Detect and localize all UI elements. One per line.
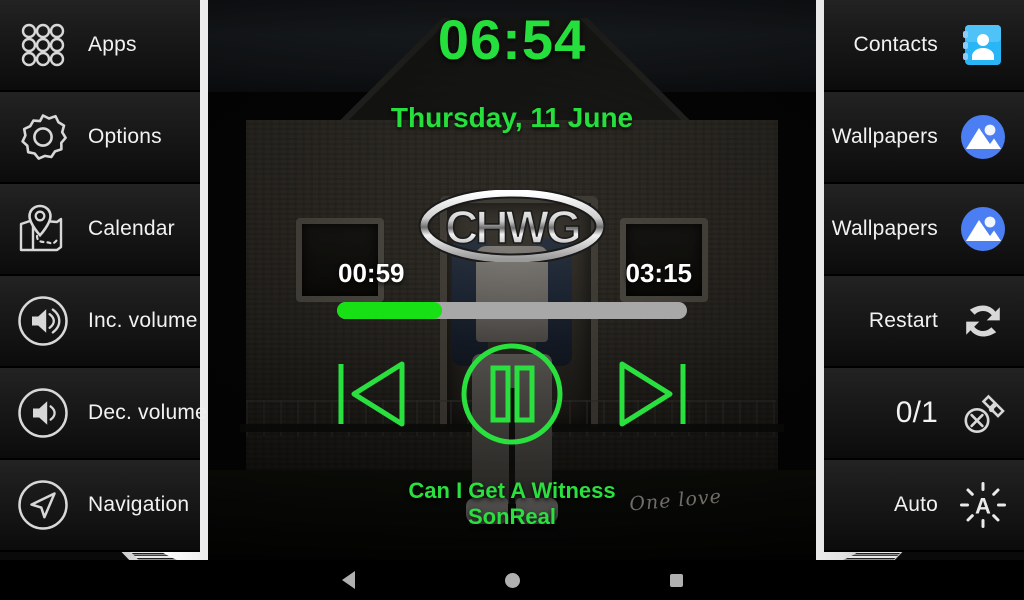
previous-track-button[interactable]: [332, 355, 408, 433]
sidebar-item-restart[interactable]: Restart: [824, 276, 1024, 368]
clock-time: 06:54: [437, 8, 587, 71]
sidebar-item-wallpapers-1[interactable]: Wallpapers: [824, 92, 1024, 184]
apps-grid-icon: [12, 14, 74, 76]
seek-bar[interactable]: [337, 302, 687, 319]
wallpaper-icon: [952, 106, 1014, 168]
android-navigation-bar: [0, 560, 1024, 600]
recents-square-icon: [669, 573, 683, 587]
contacts-icon: [952, 14, 1014, 76]
sidebar-item-label: Auto: [894, 493, 938, 516]
car-launcher-screen: One love Apps Options Calendar Inc. volu…: [0, 0, 1024, 600]
auto-brightness-icon: A: [952, 474, 1014, 536]
sidebar-item-label: Inc. volume: [88, 309, 198, 332]
back-triangle-icon: [341, 571, 355, 589]
sidebar-item-calendar[interactable]: Calendar: [0, 184, 200, 276]
sidebar-item-increase-volume[interactable]: Inc. volume: [0, 276, 200, 368]
sidebar-item-label: Wallpapers: [831, 217, 938, 240]
wallpaper-stage: One love Apps Options Calendar Inc. volu…: [0, 0, 1024, 560]
track-title: Can I Get A Witness: [408, 478, 616, 503]
sidebar-item-wallpapers-2[interactable]: Wallpapers: [824, 184, 1024, 276]
sidebar-item-navigation[interactable]: Navigation: [0, 460, 200, 552]
volume-down-icon: [12, 382, 74, 444]
next-track-button[interactable]: [616, 355, 692, 433]
album-art-text: CHWG: [445, 201, 579, 253]
right-sidebar: Contacts Wallpapers Wallpapers Restart 0…: [824, 0, 1024, 560]
sidebar-item-label: Wallpapers: [831, 125, 938, 148]
seek-bar-fill: [337, 302, 442, 319]
sidebar-item-contacts[interactable]: Contacts: [824, 0, 1024, 92]
sidebar-item-label: Dec. volume: [88, 401, 207, 424]
sidebar-item-decrease-volume[interactable]: Dec. volume: [0, 368, 207, 460]
volume-up-icon: [12, 290, 74, 352]
album-art: CHWG: [417, 187, 607, 265]
sidebar-item-label: Apps: [88, 33, 137, 56]
clock-date: Thursday, 11 June: [390, 102, 634, 133]
map-pin-icon: [12, 198, 74, 260]
gps-satellite-off-icon: [952, 382, 1014, 444]
media-player-center: 06:54 Thursday, 11 June CHWG 00:59 03:15…: [200, 0, 824, 560]
nav-back-button[interactable]: [266, 571, 430, 589]
navigation-arrow-icon: [12, 474, 74, 536]
playback-controls: [200, 340, 824, 448]
sidebar-item-apps[interactable]: Apps: [0, 0, 200, 92]
track-artist: SonReal: [467, 504, 557, 529]
current-time-label: 00:59: [338, 258, 405, 288]
sidebar-item-label: Options: [88, 125, 162, 148]
nav-recents-button[interactable]: [594, 573, 758, 587]
left-sidebar: Apps Options Calendar Inc. volume Dec. v…: [0, 0, 207, 560]
nav-home-button[interactable]: [430, 572, 594, 588]
sidebar-item-label: Contacts: [853, 33, 938, 56]
play-pause-button[interactable]: [460, 342, 564, 446]
sidebar-item-label: 0/1: [895, 396, 938, 429]
restart-refresh-icon: [952, 290, 1014, 352]
sidebar-item-options[interactable]: Options: [0, 92, 200, 184]
total-time-label: 03:15: [625, 258, 693, 288]
sidebar-item-label: Navigation: [88, 493, 190, 516]
home-circle-icon: [504, 572, 520, 588]
sidebar-item-label: Restart: [868, 309, 938, 332]
sidebar-item-gps-status[interactable]: 0/1: [824, 368, 1024, 460]
gear-icon: [12, 106, 74, 168]
wallpaper-icon: [952, 198, 1014, 260]
sidebar-item-auto-brightness[interactable]: Auto A: [824, 460, 1024, 552]
svg-text:A: A: [975, 494, 991, 519]
sidebar-item-label: Calendar: [88, 217, 175, 240]
